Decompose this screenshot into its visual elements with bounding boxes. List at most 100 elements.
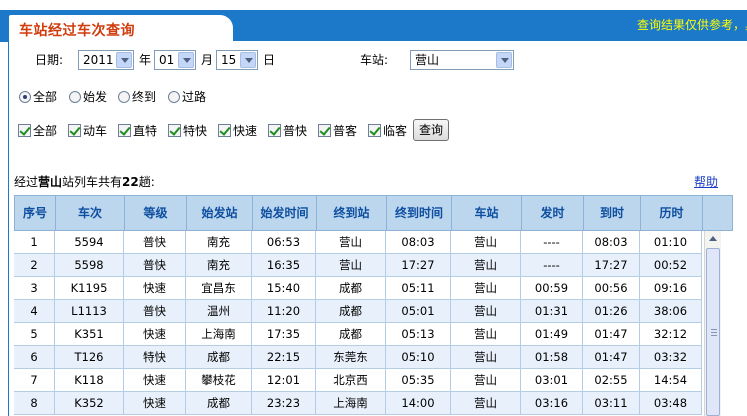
help-link[interactable]: 帮助 — [694, 173, 718, 190]
disclaimer-note: 查询结果仅供参考，具体 — [636, 18, 747, 32]
check-direct-express-label: 直特 — [133, 124, 158, 138]
table-cell: 15:40 — [252, 277, 316, 299]
radio-terminal[interactable] — [118, 91, 130, 103]
summary-station: 营山 — [38, 175, 63, 189]
table-cell: K352 — [55, 392, 124, 414]
table-cell: 01:26 — [583, 300, 640, 322]
table-cell: 6 — [14, 346, 55, 368]
table-row[interactable]: 4 L1113 普快 温州 11:20 成都 05:01 营山 01:31 01:26 38:06 — [14, 300, 702, 323]
check-temporary-label: 临客 — [383, 124, 408, 138]
table-row[interactable]: 5 K351 快速 上海南 17:35 成都 05:13 营山 01:49 01:47 32:12 — [14, 323, 702, 346]
table-row[interactable]: 7 K118 快速 攀枝花 12:01 北京西 05:35 营山 03:01 02:55 14:54 — [14, 369, 702, 392]
summary-prefix: 经过 — [14, 175, 39, 189]
table-cell: 03:01 — [521, 369, 583, 391]
table-cell: 攀枝花 — [186, 369, 252, 391]
chevron-down-icon[interactable] — [496, 52, 512, 68]
table-cell: 南充 — [186, 254, 252, 276]
column-header: 始发时间 — [253, 196, 317, 230]
table-cell: 2 — [14, 254, 55, 276]
column-header: 等级 — [125, 196, 187, 230]
table-cell: 16:35 — [252, 254, 316, 276]
month-select[interactable]: 01 — [154, 50, 196, 70]
table-cell: 22:15 — [252, 346, 316, 368]
check-express-label: 特快 — [183, 124, 208, 138]
day-unit: 日 — [263, 53, 276, 67]
table-cell: 营山 — [316, 254, 386, 276]
column-header: 到时 — [584, 196, 641, 230]
radio-all[interactable] — [19, 91, 31, 103]
check-express[interactable] — [168, 124, 181, 137]
scroll-thumb[interactable] — [706, 248, 720, 416]
page-header: 车站经过车次查询 查询结果仅供参考，具体 — [0, 0, 747, 42]
table-cell: 营山 — [451, 369, 521, 391]
check-emu[interactable] — [68, 124, 81, 137]
table-cell: 00:52 — [640, 254, 702, 276]
column-header: 历时 — [641, 196, 703, 230]
table-cell: 快速 — [124, 392, 186, 414]
table-cell: L1113 — [55, 300, 124, 322]
check-all[interactable] — [18, 124, 31, 137]
check-temporary[interactable] — [368, 124, 381, 137]
scroll-up-icon[interactable] — [705, 231, 721, 247]
day-select[interactable]: 15 — [216, 50, 258, 70]
table-cell: 5 — [14, 323, 55, 345]
column-header: 车次 — [56, 196, 125, 230]
table-cell: 营山 — [451, 254, 521, 276]
table-cell: 08:03 — [386, 231, 451, 253]
station-value: 营山 — [415, 53, 440, 67]
month-value: 01 — [159, 53, 175, 67]
table-cell: 普快 — [124, 254, 186, 276]
table-row[interactable]: 3 K1195 快速 宜昌东 15:40 成都 05:11 营山 00:59 00:56 09:16 — [14, 277, 702, 300]
page-title: 车站经过车次查询 — [19, 23, 135, 39]
table-cell: 温州 — [186, 300, 252, 322]
table-row[interactable]: 6 T126 特快 成都 22:15 东莞东 05:10 营山 01:58 01:47 03:32 — [14, 346, 702, 369]
table-cell: 营山 — [316, 231, 386, 253]
table-cell: 7 — [14, 369, 55, 391]
radio-terminal-label: 终到 — [132, 90, 157, 104]
table-cell: 01:49 — [521, 323, 583, 345]
table-cell: 03:32 — [640, 346, 702, 368]
table-cell: 上海南 — [316, 392, 386, 414]
year-select[interactable]: 2011 — [78, 50, 134, 70]
train-table: 序号 车次 等级 始发站 始发时间 终到站 终到时间 车站 发时 到时 历时 1 5594 普快 南充 06… — [14, 195, 733, 416]
query-button[interactable]: 查询 — [413, 119, 449, 141]
station-select[interactable]: 营山 — [410, 50, 514, 70]
month-unit: 月 — [201, 53, 214, 67]
day-value: 15 — [221, 53, 237, 67]
table-cell: 成都 — [316, 323, 386, 345]
table-cell: 05:11 — [386, 277, 451, 299]
table-cell: 17:27 — [386, 254, 451, 276]
chevron-down-icon[interactable] — [178, 52, 194, 68]
table-row[interactable]: 1 5594 普快 南充 06:53 营山 08:03 营山 ---- 08:03 01:10 — [14, 231, 702, 254]
check-emu-label: 动车 — [83, 124, 108, 138]
table-row[interactable]: 8 K352 快速 成都 23:23 上海南 14:00 营山 03:16 03:11 03:48 — [14, 392, 702, 415]
radio-passing[interactable] — [168, 91, 180, 103]
check-regular-passenger[interactable] — [318, 124, 331, 137]
summary-middle: 站列车共有 — [62, 175, 123, 189]
table-cell: 03:16 — [521, 392, 583, 414]
table-cell: 南充 — [186, 231, 252, 253]
check-regular-fast[interactable] — [268, 124, 281, 137]
table-cell: 03:48 — [640, 392, 702, 414]
check-fast[interactable] — [218, 124, 231, 137]
radio-origin[interactable] — [69, 91, 81, 103]
check-direct-express[interactable] — [118, 124, 131, 137]
radio-all-label: 全部 — [33, 90, 58, 104]
table-cell: 成都 — [316, 300, 386, 322]
table-row[interactable]: 2 5598 普快 南充 16:35 营山 17:27 营山 ---- 17:27 00:52 — [14, 254, 702, 277]
chevron-down-icon[interactable] — [116, 52, 132, 68]
column-header: 序号 — [15, 196, 56, 230]
table-cell: 4 — [14, 300, 55, 322]
table-cell: 01:10 — [640, 231, 702, 253]
table-cell: ---- — [521, 254, 583, 276]
table-cell: 00:59 — [521, 277, 583, 299]
column-header: 发时 — [522, 196, 584, 230]
check-fast-label: 快速 — [233, 124, 258, 138]
year-unit: 年 — [139, 53, 152, 67]
grip-icon — [711, 329, 717, 336]
column-header: 始发站 — [187, 196, 253, 230]
table-cell: 3 — [14, 277, 55, 299]
table-scrollbar[interactable] — [704, 231, 721, 416]
chevron-down-icon[interactable] — [240, 52, 256, 68]
column-header: 终到时间 — [387, 196, 452, 230]
